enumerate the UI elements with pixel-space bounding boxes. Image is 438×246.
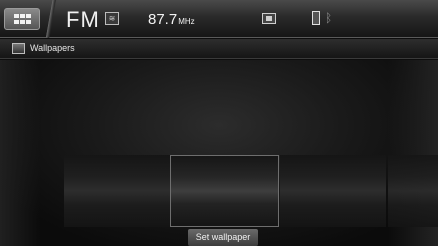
usb-icon bbox=[312, 11, 320, 25]
radio-band-label[interactable]: FM bbox=[62, 7, 110, 33]
grid-icon bbox=[14, 14, 32, 25]
screen-title: Wallpapers bbox=[30, 43, 75, 53]
display-icon bbox=[262, 13, 276, 24]
wallpaper-thumbnail[interactable] bbox=[280, 155, 386, 227]
wallpaper-thumbnail[interactable] bbox=[64, 155, 170, 227]
set-wallpaper-button[interactable]: Set wallpaper bbox=[188, 229, 258, 246]
frequency-value: 87.7 bbox=[148, 11, 178, 28]
wallpaper-thumbnail-selected[interactable] bbox=[170, 155, 279, 227]
status-bar: FM ≋ 87.7MHz ᛒ bbox=[0, 0, 438, 38]
wallpaper-thumbnail[interactable] bbox=[388, 155, 438, 227]
wallpaper-icon bbox=[12, 43, 25, 54]
frequency-display: 87.7MHz bbox=[148, 11, 195, 28]
tab-divider bbox=[44, 0, 58, 38]
frequency-unit: MHz bbox=[178, 17, 195, 26]
bluetooth-icon: ᛒ bbox=[325, 11, 333, 25]
rds-icon: ≋ bbox=[105, 12, 119, 25]
home-button[interactable] bbox=[4, 8, 40, 30]
screen-title-bar: Wallpapers bbox=[0, 39, 438, 59]
